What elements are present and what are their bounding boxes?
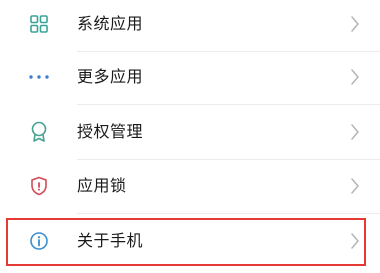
settings-item-system-apps[interactable]: 系统应用 bbox=[0, 0, 380, 52]
settings-list: 系统应用 更多应用 授权管理 应用锁 关于手机 bbox=[0, 0, 380, 273]
settings-item-label: 授权管理 bbox=[77, 122, 144, 141]
chevron-right-icon bbox=[351, 69, 359, 85]
settings-item-app-lock[interactable]: 应用锁 bbox=[0, 160, 380, 214]
settings-item-about-phone[interactable]: 关于手机 bbox=[0, 215, 380, 269]
more-dots-icon bbox=[26, 64, 52, 90]
chevron-right-icon bbox=[351, 178, 359, 194]
settings-item-permission-management[interactable]: 授权管理 bbox=[0, 106, 380, 160]
settings-item-label: 更多应用 bbox=[77, 67, 144, 86]
row-divider bbox=[77, 104, 380, 105]
grid-icon bbox=[26, 11, 52, 37]
chevron-right-icon bbox=[351, 233, 359, 249]
chevron-right-icon bbox=[351, 16, 359, 32]
shield-icon bbox=[26, 173, 52, 199]
settings-item-label: 应用锁 bbox=[77, 176, 127, 195]
info-icon bbox=[26, 228, 52, 254]
settings-item-label: 关于手机 bbox=[77, 231, 144, 250]
chevron-right-icon bbox=[351, 124, 359, 140]
settings-item-label: 系统应用 bbox=[77, 14, 144, 33]
settings-item-more-apps[interactable]: 更多应用 bbox=[0, 51, 380, 105]
badge-icon bbox=[26, 119, 52, 145]
row-divider bbox=[77, 213, 380, 214]
